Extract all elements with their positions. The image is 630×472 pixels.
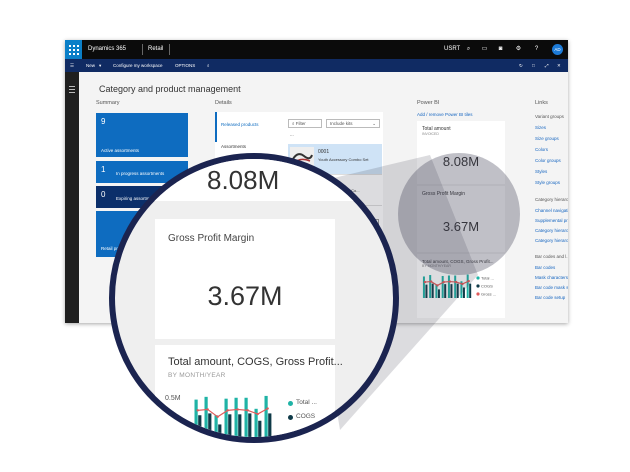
point-gross-profit bbox=[196, 409, 199, 412]
bar-cogs bbox=[218, 424, 222, 437]
legend-item: COGS bbox=[296, 413, 316, 420]
magnified-combo-chart bbox=[194, 395, 272, 437]
bar-total bbox=[194, 399, 198, 437]
point-gross-profit bbox=[256, 412, 259, 416]
legend-swatch bbox=[288, 401, 293, 406]
bar-total bbox=[234, 397, 238, 437]
bar-total bbox=[224, 398, 228, 437]
bar-cogs bbox=[238, 414, 242, 437]
point-gross-profit bbox=[226, 409, 229, 412]
magnified-total-value: 8.08M bbox=[207, 165, 280, 195]
point-gross-profit bbox=[216, 415, 219, 418]
bar-cogs bbox=[248, 413, 252, 437]
point-gross-profit bbox=[246, 409, 249, 412]
magnified-chart-title: Total amount, COGS, Gross Profit... bbox=[168, 356, 343, 368]
magnified-card-title: Gross Profit Margin bbox=[168, 233, 255, 244]
magnified-card-value: 3.67M bbox=[207, 281, 283, 311]
bar-total bbox=[204, 396, 208, 437]
bar-cogs bbox=[268, 413, 272, 437]
bar-cogs bbox=[258, 420, 262, 437]
bar-total bbox=[264, 395, 268, 437]
bar-cogs bbox=[208, 413, 212, 437]
legend-item: Total ... bbox=[296, 399, 317, 406]
bar-total bbox=[244, 397, 248, 437]
point-gross-profit bbox=[236, 408, 239, 411]
magnified-chart-subtitle: BY MONTH/YEAR bbox=[168, 372, 226, 379]
legend-swatch bbox=[288, 415, 293, 420]
zoom-focus-circle bbox=[398, 153, 520, 275]
bar-total bbox=[214, 415, 218, 437]
point-gross-profit bbox=[266, 407, 269, 410]
bar-cogs bbox=[228, 414, 232, 437]
magnifier-lens: 8.08M Gross Profit Margin 3.67M Total am… bbox=[109, 153, 399, 443]
point-gross-profit bbox=[206, 408, 209, 411]
y-axis-tick: 0.5M bbox=[165, 395, 181, 402]
